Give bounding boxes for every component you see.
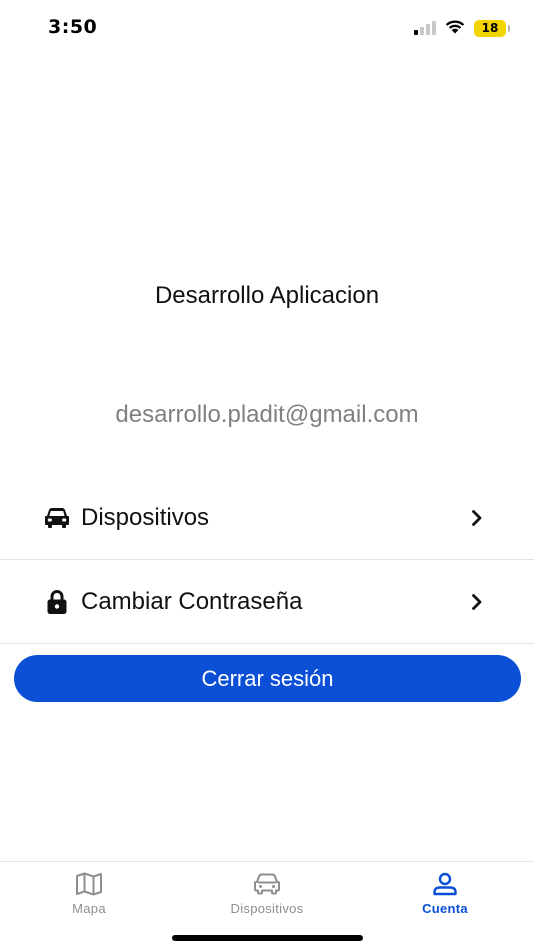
lock-icon	[44, 589, 70, 615]
menu-item-label: Cambiar Contraseña	[81, 588, 303, 615]
status-time: 3:50	[48, 16, 98, 38]
logout-button[interactable]: Cerrar sesión	[14, 655, 521, 702]
signal-icon	[414, 21, 436, 35]
map-icon	[75, 872, 103, 896]
profile-name: Desarrollo Aplicacion	[154, 282, 380, 309]
chevron-right-icon	[470, 508, 484, 528]
tab-dispositivos[interactable]: Dispositivos	[178, 862, 356, 922]
status-indicators: 18	[414, 18, 510, 39]
tab-cuenta[interactable]: Cuenta	[356, 862, 534, 922]
car-icon	[44, 505, 70, 531]
tab-label: Dispositivos	[230, 901, 304, 916]
menu-divider	[0, 643, 534, 644]
tab-mapa[interactable]: Mapa	[0, 862, 178, 922]
battery-level: 18	[481, 21, 499, 35]
user-icon	[431, 872, 459, 896]
menu-item-dispositivos[interactable]: Dispositivos	[0, 476, 534, 560]
tab-label: Cuenta	[422, 901, 468, 916]
status-bar: 3:50 18	[0, 0, 534, 56]
car-icon	[253, 872, 281, 896]
tab-label: Mapa	[72, 901, 106, 916]
wifi-icon	[444, 18, 466, 39]
home-indicator	[172, 935, 363, 941]
menu-item-label: Dispositivos	[81, 504, 210, 531]
battery-icon: 18	[474, 19, 510, 37]
menu-item-cambiar-contrasena[interactable]: Cambiar Contraseña	[0, 560, 534, 644]
chevron-right-icon	[470, 592, 484, 612]
profile-email: desarrollo.pladit@gmail.com	[115, 401, 419, 428]
account-screen: 3:50 18 Desarrollo Aplicacion desarrollo…	[0, 0, 534, 950]
